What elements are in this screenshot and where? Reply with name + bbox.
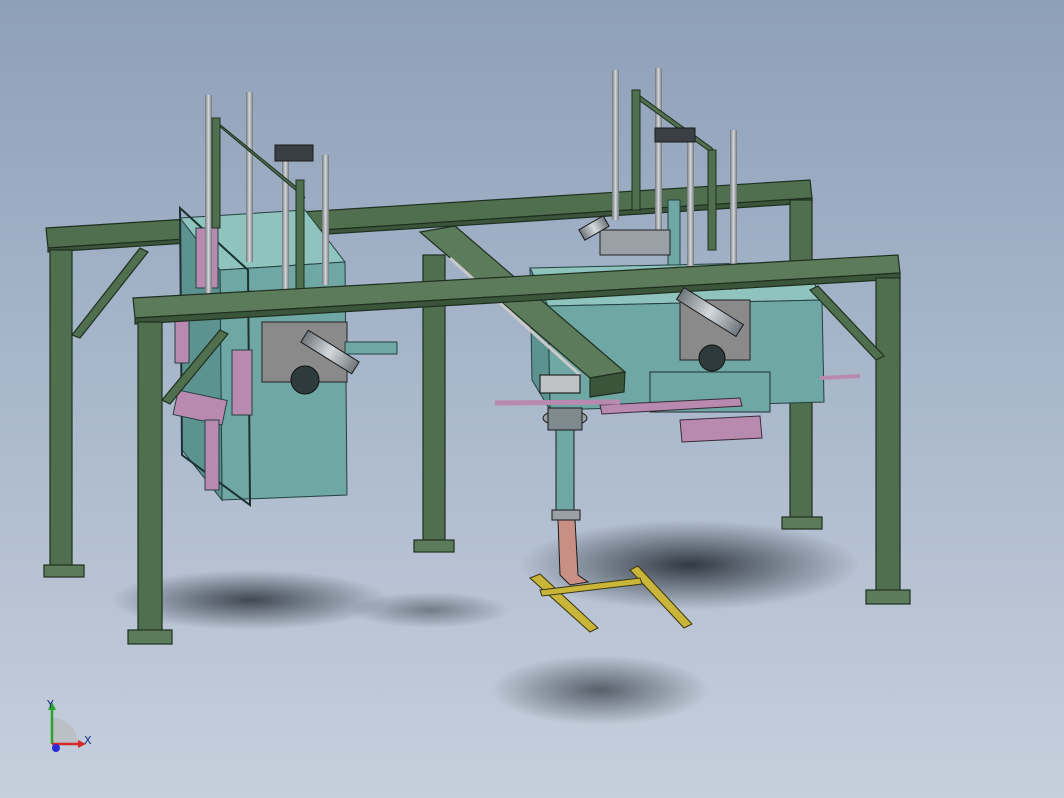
discharge-pipe <box>344 341 398 355</box>
assembly-model[interactable] <box>0 0 1064 798</box>
z-axis-marker <box>52 744 60 752</box>
x-axis-label: X <box>84 734 92 747</box>
y-axis-label: Y <box>46 700 54 711</box>
triad-quadrant <box>52 718 78 744</box>
coordinate-triad: Y X <box>38 698 98 760</box>
floor-shadow <box>110 520 860 725</box>
cad-viewport[interactable]: Y X <box>0 0 1064 798</box>
